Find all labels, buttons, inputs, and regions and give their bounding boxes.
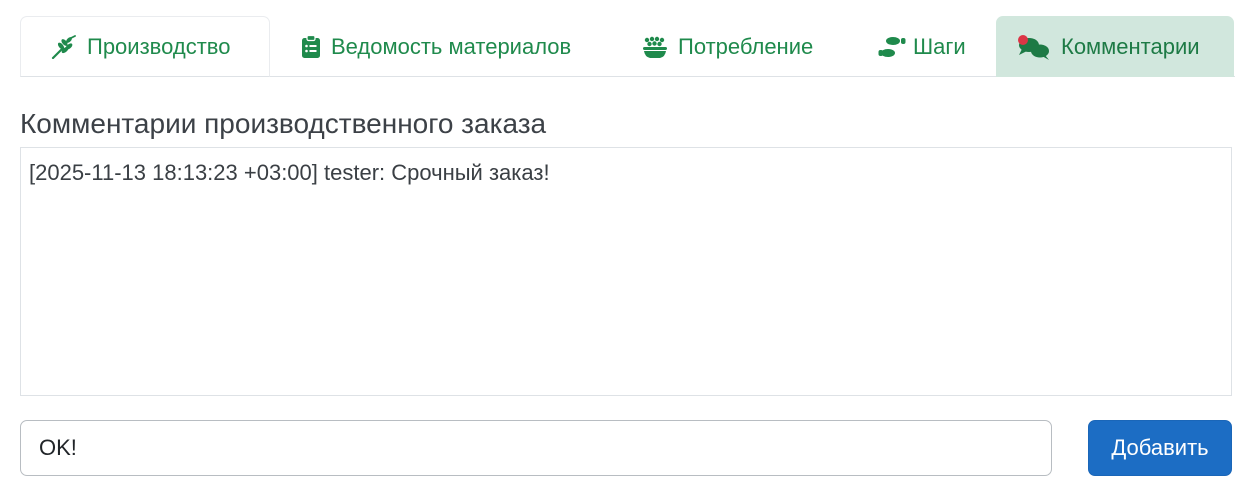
add-comment-button[interactable]: Добавить — [1088, 420, 1232, 476]
tab-steps[interactable]: Шаги — [876, 16, 986, 77]
tab-comments-label: Комментарии — [1061, 33, 1200, 59]
tab-consumption-label: Потребление — [678, 33, 814, 59]
tab-production[interactable]: Производство — [20, 16, 270, 77]
tab-consumption[interactable]: Потребление — [641, 16, 841, 77]
clipboard-list-icon — [301, 34, 321, 59]
comment-entry: [2025-11-13 18:13:23 +03:00] tester: Сро… — [29, 160, 550, 185]
comments-log[interactable]: [2025-11-13 18:13:23 +03:00] tester: Сро… — [20, 147, 1232, 396]
tab-comments[interactable]: Комментарии — [996, 16, 1234, 77]
tab-bar: Производство Ведомость материалов Потреб… — [20, 16, 1235, 77]
tab-steps-label: Шаги — [913, 33, 966, 59]
comment-input[interactable] — [20, 420, 1052, 476]
shoe-prints-icon — [877, 35, 907, 59]
wheat-icon — [51, 34, 77, 59]
bowl-food-icon — [642, 35, 668, 59]
section-title: Комментарии производственного заказа — [20, 108, 547, 139]
tab-bill-of-materials[interactable]: Ведомость материалов — [300, 16, 600, 77]
notification-dot — [1018, 34, 1028, 45]
comments-icon — [1015, 32, 1053, 62]
tab-bill-of-materials-label: Ведомость материалов — [331, 33, 572, 59]
tab-production-label: Производство — [87, 33, 231, 59]
